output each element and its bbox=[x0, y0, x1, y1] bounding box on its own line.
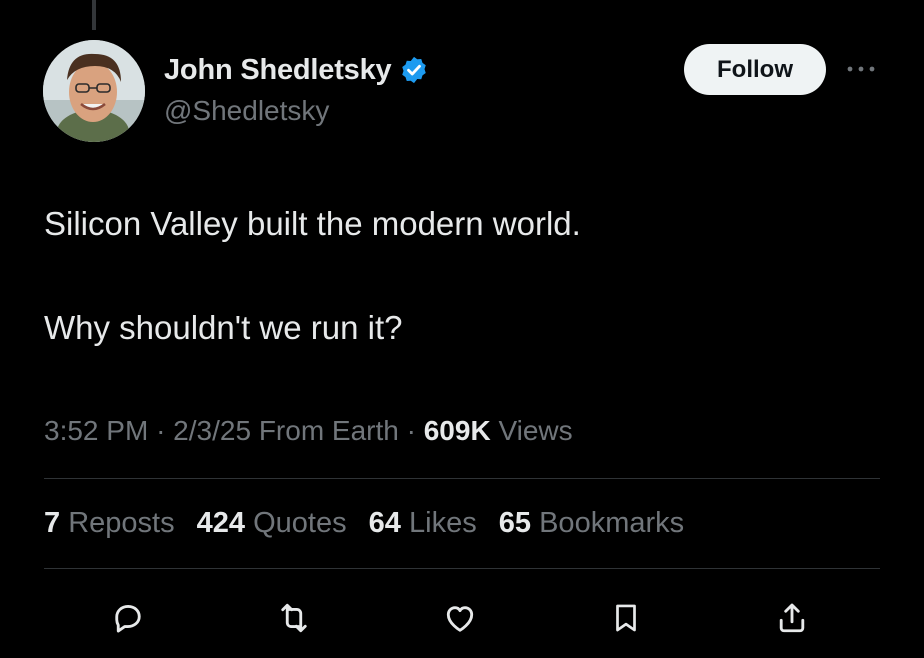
tweet-time[interactable]: 3:52 PM bbox=[44, 415, 148, 446]
engagement-stats: 7 Reposts 424 Quotes 64 Likes 65 Bookmar… bbox=[44, 503, 698, 543]
action-bar bbox=[44, 592, 880, 644]
like-button[interactable] bbox=[434, 592, 486, 644]
divider bbox=[44, 478, 880, 479]
bookmarks-count: 65 bbox=[498, 507, 532, 539]
reposts-count: 7 bbox=[44, 507, 61, 539]
follow-button[interactable]: Follow bbox=[684, 44, 826, 95]
more-horizontal-icon bbox=[847, 66, 875, 72]
quotes-count: 424 bbox=[196, 507, 246, 539]
views-count: 609K bbox=[423, 415, 491, 446]
divider bbox=[44, 568, 880, 569]
likes-count: 64 bbox=[368, 507, 401, 539]
verified-badge-icon[interactable] bbox=[399, 55, 429, 85]
like-icon bbox=[446, 606, 474, 632]
repost-icon bbox=[281, 603, 307, 633]
reposts-stat[interactable]: 7 Reposts bbox=[44, 507, 175, 539]
likes-stat[interactable]: 64 Likes bbox=[369, 507, 477, 539]
reply-button[interactable] bbox=[102, 592, 154, 644]
tweet-date[interactable]: 2/3/25 bbox=[173, 415, 251, 446]
reposts-label: Reposts bbox=[68, 507, 175, 539]
author-name-row[interactable]: John Shedletsky bbox=[164, 50, 429, 90]
thread-connector-line bbox=[92, 0, 96, 30]
meta-separator: · bbox=[156, 415, 174, 446]
tweet-text-line-1: Silicon Valley built the modern world. bbox=[44, 205, 581, 242]
repost-button[interactable] bbox=[268, 592, 320, 644]
tweet-metadata: 3:52 PM · 2/3/25 From Earth · 609K Views bbox=[44, 411, 573, 451]
quotes-label: Quotes bbox=[253, 507, 347, 539]
quotes-stat[interactable]: 424 Quotes bbox=[197, 507, 347, 539]
share-button[interactable] bbox=[766, 592, 818, 644]
author-handle[interactable]: @Shedletsky bbox=[164, 95, 329, 127]
meta-separator: · bbox=[406, 415, 424, 446]
author-display-name[interactable]: John Shedletsky bbox=[164, 54, 392, 87]
tweet-source: From Earth bbox=[258, 415, 399, 446]
avatar-photo bbox=[43, 40, 145, 142]
more-options-button[interactable] bbox=[843, 56, 879, 82]
bookmarks-label: Bookmarks bbox=[539, 507, 685, 539]
share-icon bbox=[779, 603, 805, 633]
avatar[interactable] bbox=[43, 40, 145, 142]
reply-icon bbox=[115, 605, 141, 633]
bookmark-button[interactable] bbox=[600, 592, 652, 644]
likes-label: Likes bbox=[409, 507, 477, 539]
bookmark-icon bbox=[616, 604, 636, 632]
views-label: Views bbox=[498, 415, 573, 446]
tweet-text-line-2: Why shouldn't we run it? bbox=[44, 309, 403, 346]
bookmarks-stat[interactable]: 65 Bookmarks bbox=[499, 507, 684, 539]
